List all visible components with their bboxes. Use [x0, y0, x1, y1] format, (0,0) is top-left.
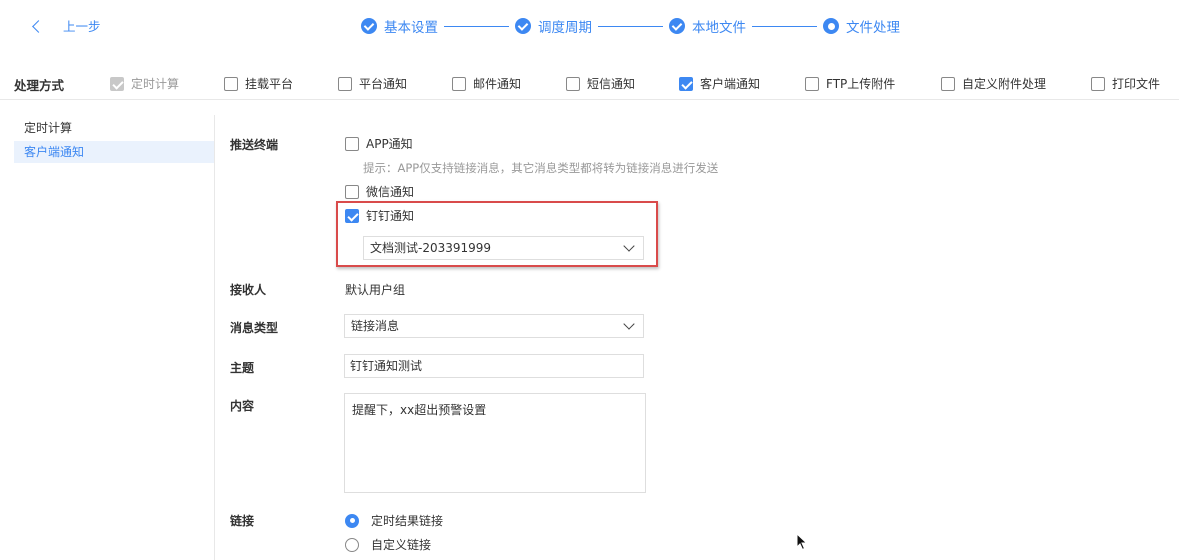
mode-mount-platform[interactable]: 挂载平台 — [224, 75, 293, 92]
mode-print-file[interactable]: 打印文件 — [1091, 75, 1160, 92]
step-schedule[interactable]: 调度周期 — [515, 16, 592, 36]
mode-label: FTP上传附件 — [826, 77, 896, 91]
push-terminal-label: 推送终端 — [230, 138, 279, 152]
back-label: 上一步 — [63, 19, 101, 34]
checkbox[interactable] — [941, 76, 955, 91]
checkbox[interactable] — [345, 136, 359, 151]
mode-label: 邮件通知 — [473, 77, 522, 91]
step-local-file[interactable]: 本地文件 — [669, 16, 746, 36]
subject-label: 主题 — [230, 361, 255, 375]
sidebar-item-scheduled-compute[interactable]: 定时计算 — [14, 117, 214, 139]
checkbox[interactable] — [679, 76, 693, 91]
radio-custom-link[interactable]: 自定义链接 — [345, 536, 431, 553]
receiver-value: 默认用户组 — [345, 283, 406, 297]
check-circle-icon — [361, 18, 377, 34]
chevron-down-icon — [623, 240, 635, 252]
mode-label: 打印文件 — [1112, 77, 1161, 91]
subject-input[interactable]: 钉钉通知测试 — [344, 354, 644, 378]
mode-label: 自定义附件处理 — [962, 77, 1047, 91]
checkbox[interactable] — [1091, 76, 1105, 91]
step-label: 基本设置 — [384, 20, 438, 36]
check-circle-icon — [515, 18, 531, 34]
checkbox[interactable] — [566, 76, 580, 91]
mode-scheduled-compute: 定时计算 — [110, 75, 179, 92]
content-textarea[interactable]: 提醒下，xx超出预警设置 — [344, 393, 646, 493]
radio-dot-icon — [823, 18, 839, 34]
back-button[interactable]: 上一步 — [32, 16, 101, 35]
checkbox[interactable] — [452, 76, 466, 91]
radio-button[interactable] — [345, 513, 359, 528]
receiver-label: 接收人 — [230, 283, 267, 297]
wechat-notify-checkbox[interactable]: 微信通知 — [345, 183, 414, 200]
step-connector — [752, 25, 817, 27]
chevron-left-icon — [32, 19, 45, 33]
step-file-processing[interactable]: 文件处理 — [823, 16, 900, 36]
mode-platform-notify[interactable]: 平台通知 — [338, 75, 407, 92]
step-label: 本地文件 — [692, 20, 746, 36]
checkbox[interactable] — [345, 184, 359, 199]
chevron-down-icon — [623, 318, 635, 330]
check-circle-icon — [669, 18, 685, 34]
radio-label: 自定义链接 — [371, 538, 432, 552]
sidebar-item-client-notify[interactable]: 客户端通知 — [14, 141, 214, 163]
sidebar: 定时计算 客户端通知 — [0, 115, 215, 560]
message-type-label: 消息类型 — [230, 321, 279, 335]
select-value: 文档测试-203391999 — [370, 241, 492, 255]
checkbox — [110, 76, 124, 91]
mode-ftp-upload[interactable]: FTP上传附件 — [805, 75, 895, 92]
checkbox-label: APP通知 — [366, 137, 413, 151]
dingtalk-notify-checkbox[interactable]: 钉钉通知 — [345, 207, 414, 224]
mode-label: 短信通知 — [587, 77, 636, 91]
top-bar: 上一步 基本设置 调度周期 本地文件 文件处理 — [0, 0, 1179, 52]
step-connector — [444, 25, 509, 27]
mode-label: 客户端通知 — [700, 77, 761, 91]
mode-label: 平台通知 — [359, 77, 408, 91]
content-label: 内容 — [230, 399, 255, 413]
checkbox-label: 钉钉通知 — [366, 209, 415, 223]
checkbox[interactable] — [345, 208, 359, 223]
checkbox[interactable] — [224, 76, 238, 91]
mode-sms-notify[interactable]: 短信通知 — [566, 75, 635, 92]
processing-modes-label: 处理方式 — [14, 78, 65, 93]
step-progress: 基本设置 调度周期 本地文件 文件处理 — [361, 16, 900, 36]
link-label: 链接 — [230, 514, 255, 528]
mode-client-notify[interactable]: 客户端通知 — [679, 75, 760, 92]
mode-email-notify[interactable]: 邮件通知 — [452, 75, 521, 92]
radio-scheduled-result-link[interactable]: 定时结果链接 — [345, 512, 443, 529]
step-label: 调度周期 — [538, 20, 592, 36]
radio-button[interactable] — [345, 537, 359, 552]
processing-modes-row: 处理方式 定时计算 挂载平台 平台通知 邮件通知 短信通知 客户端通知 FTP上… — [0, 66, 1179, 100]
mode-label: 挂载平台 — [245, 77, 294, 91]
step-connector — [598, 25, 663, 27]
message-type-select[interactable]: 链接消息 — [344, 314, 644, 338]
app-hint-text: 提示：APP仅支持链接消息，其它消息类型都将转为链接消息进行发送 — [363, 161, 719, 175]
step-basic-settings[interactable]: 基本设置 — [361, 16, 438, 36]
mode-label: 定时计算 — [131, 77, 180, 91]
mouse-cursor-icon — [796, 533, 808, 551]
radio-label: 定时结果链接 — [371, 514, 444, 528]
checkbox[interactable] — [338, 76, 352, 91]
checkbox[interactable] — [805, 76, 819, 91]
mode-custom-attachment[interactable]: 自定义附件处理 — [941, 75, 1046, 92]
client-notify-form: 推送终端 APP通知 提示：APP仅支持链接消息，其它消息类型都将转为链接消息进… — [215, 115, 1179, 560]
select-value: 链接消息 — [351, 319, 400, 333]
step-label: 文件处理 — [846, 20, 900, 36]
dingtalk-target-select[interactable]: 文档测试-203391999 — [363, 236, 644, 260]
app-notify-checkbox[interactable]: APP通知 — [345, 135, 413, 152]
checkbox-label: 微信通知 — [366, 185, 415, 199]
